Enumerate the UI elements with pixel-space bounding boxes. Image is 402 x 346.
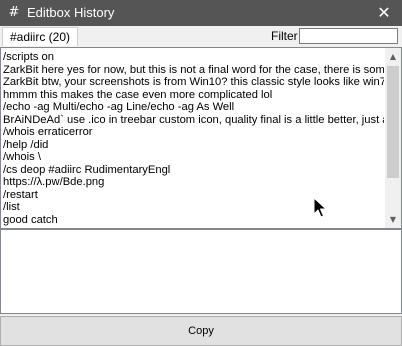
scroll-up-icon[interactable]: ▲ (385, 48, 401, 65)
toolbar: #adiirc (20) Filter (0, 26, 402, 47)
list-item[interactable]: hmmm this makes the case even more compl… (3, 89, 384, 102)
mouse-cursor-icon (313, 197, 327, 218)
filter-label: Filter (271, 29, 298, 43)
scroll-thumb[interactable] (387, 66, 399, 178)
vertical-scrollbar[interactable]: ▲ ▼ (385, 48, 401, 228)
tab-adiirc[interactable]: #adiirc (20) (2, 27, 78, 46)
close-icon[interactable]: ✕ (366, 0, 402, 26)
preview-box[interactable] (0, 229, 402, 314)
list-item[interactable]: /cs deop #adiirc RudimentaryEngl (3, 164, 384, 177)
list-item[interactable]: ZarkBit here yes for now, but this is no… (3, 64, 384, 77)
filter-input[interactable] (299, 28, 398, 44)
list-item[interactable]: /scripts on (3, 51, 384, 64)
list-item[interactable]: /help /did (3, 139, 384, 152)
title-bar[interactable]: # Editbox History ✕ (0, 0, 402, 26)
list-item[interactable]: /echo -ag Multi/echo -ag Line/echo -ag A… (3, 101, 384, 114)
list-item[interactable]: ZarkBit btw, your screenshots is from Wi… (3, 76, 384, 89)
hash-icon: # (8, 5, 20, 20)
history-list[interactable]: /scripts on ZarkBit here yes for now, bu… (0, 47, 402, 229)
list-item[interactable]: /whois erraticerror (3, 126, 384, 139)
scroll-down-icon[interactable]: ▼ (385, 211, 401, 228)
list-item[interactable]: /whois \ (3, 151, 384, 164)
window-title: Editbox History (27, 5, 115, 20)
list-item[interactable]: BrAiNDeAd` use .ico in treebar custom ic… (3, 114, 384, 127)
copy-button[interactable]: Copy (0, 316, 402, 346)
list-item[interactable]: https://λ.pw/Bde.png (3, 176, 384, 189)
